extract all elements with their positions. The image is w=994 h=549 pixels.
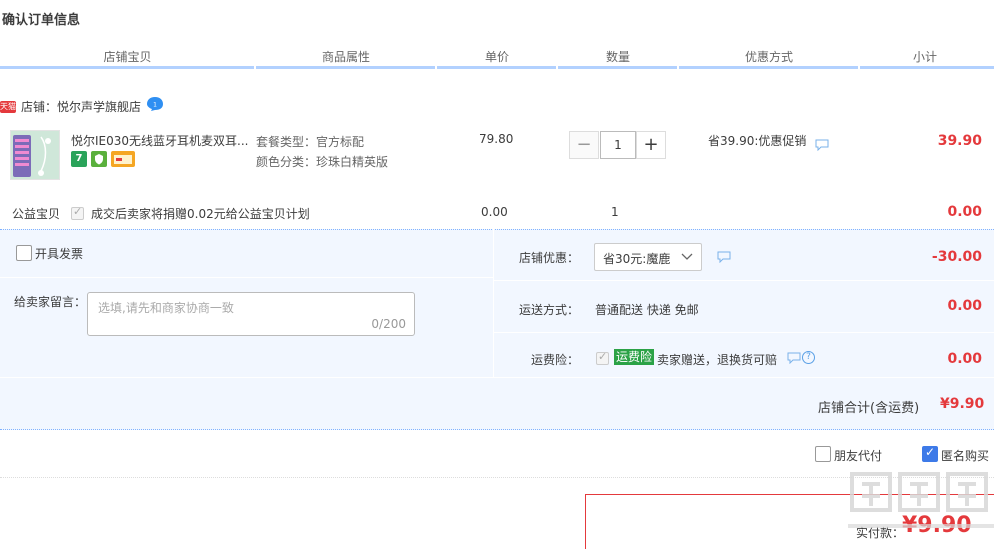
shipping-method: 普通配送 快递 免邮 bbox=[595, 303, 699, 317]
panel-divider bbox=[494, 280, 994, 281]
product-attribute-package: 套餐类型：官方标配 bbox=[256, 135, 365, 149]
charity-quantity: 1 bbox=[611, 205, 619, 219]
shop-discount-label: 店铺优惠： bbox=[519, 251, 580, 265]
seller-message-label: 给卖家留言： bbox=[14, 295, 87, 309]
unit-price: 79.80 bbox=[479, 132, 514, 146]
watermark-logo-icon bbox=[848, 472, 994, 528]
shop-name-link[interactable]: 店铺：悦尔声学旗舰店 bbox=[21, 98, 141, 115]
shipping-label: 运送方式： bbox=[519, 303, 580, 317]
quantity-increase-button[interactable]: + bbox=[636, 131, 666, 159]
earphone-product-image-icon bbox=[11, 131, 59, 179]
comment-bubble-icon[interactable] bbox=[787, 352, 801, 364]
insurance-label: 运费险： bbox=[531, 353, 580, 367]
header-separator bbox=[858, 66, 860, 69]
charity-checkbox bbox=[71, 205, 84, 220]
panel-divider bbox=[0, 277, 493, 278]
tmall-badge: 天猫 bbox=[0, 101, 16, 113]
service-7day-return-icon[interactable]: 7 bbox=[71, 151, 87, 167]
column-header-promotion: 优惠方式 bbox=[744, 50, 793, 64]
charity-price: 0.00 bbox=[481, 205, 508, 219]
panel-divider bbox=[493, 229, 494, 377]
shop-total-value: ¥9.90 bbox=[940, 396, 985, 412]
header-divider bbox=[0, 66, 994, 69]
header-separator bbox=[677, 66, 679, 69]
shop-discount-amount: -30.00 bbox=[931, 249, 982, 265]
promotion-text: 省39.90:优惠促销 bbox=[708, 134, 807, 148]
quantity-decrease-button[interactable]: − bbox=[569, 131, 599, 159]
insurance-checkbox bbox=[596, 350, 609, 365]
chat-bubble-icon[interactable]: 1 bbox=[146, 96, 164, 112]
shop-total-label: 店铺合计(含运费) bbox=[818, 401, 920, 416]
charity-subtotal: 0.00 bbox=[947, 204, 982, 220]
invoice-label[interactable]: 开具发票 bbox=[35, 245, 83, 262]
column-header-unit-price: 单价 bbox=[484, 50, 509, 64]
column-header-quantity: 数量 bbox=[605, 50, 630, 64]
comment-bubble-icon[interactable] bbox=[717, 251, 731, 263]
insurance-amount: 0.00 bbox=[947, 351, 982, 367]
panel-divider bbox=[494, 332, 994, 333]
shop-discount-select[interactable]: 省30元:魔鹿 bbox=[594, 243, 702, 271]
options-divider bbox=[0, 477, 994, 478]
friend-pay-label[interactable]: 朋友代付 bbox=[834, 447, 882, 464]
item-subtotal: 39.90 bbox=[937, 133, 982, 149]
column-header-attributes: 商品属性 bbox=[321, 50, 370, 64]
shipping-amount: 0.00 bbox=[947, 298, 982, 314]
charity-label: 公益宝贝 bbox=[12, 207, 61, 221]
invoice-checkbox[interactable] bbox=[16, 245, 32, 261]
header-separator bbox=[254, 66, 256, 69]
seller-message-input[interactable]: 选填,请先和商家协商一致 0/200 bbox=[87, 292, 415, 336]
shop-discount-selected: 省30元:魔鹿 bbox=[603, 252, 671, 266]
page-title: 确认订单信息 bbox=[2, 13, 81, 28]
header-separator bbox=[556, 66, 558, 69]
product-title-link[interactable]: 悦尔IE030无线蓝牙耳机麦双耳... bbox=[71, 132, 249, 149]
seller-message-placeholder: 选填,请先和商家协商一致 bbox=[98, 301, 234, 315]
seller-message-counter: 0/200 bbox=[371, 317, 406, 331]
chevron-down-icon bbox=[681, 248, 693, 269]
product-thumbnail[interactable] bbox=[10, 130, 60, 180]
quantity-input[interactable]: 1 bbox=[600, 131, 636, 159]
anonymous-purchase-label[interactable]: 匿名购买 bbox=[941, 447, 989, 464]
friend-pay-checkbox[interactable] bbox=[815, 446, 831, 462]
insurance-text: 卖家赠送，退换货可赔 bbox=[657, 353, 778, 367]
header-separator bbox=[435, 66, 437, 69]
product-attribute-color: 颜色分类：珍珠白精英版 bbox=[256, 155, 389, 169]
help-icon[interactable]: ? bbox=[802, 351, 815, 364]
anonymous-purchase-checkbox[interactable] bbox=[922, 445, 938, 462]
service-credit-card-icon[interactable] bbox=[111, 151, 135, 167]
panel-divider bbox=[0, 377, 994, 378]
service-guarantee-icon[interactable] bbox=[91, 151, 107, 167]
column-header-subtotal: 小计 bbox=[912, 50, 937, 64]
insurance-badge: 运费险 bbox=[614, 349, 655, 365]
svg-text:1: 1 bbox=[153, 102, 157, 109]
charity-description: 成交后卖家将捐赠0.02元给公益宝贝计划 bbox=[91, 207, 310, 221]
comment-bubble-icon[interactable] bbox=[815, 139, 829, 151]
column-header-shop-item: 店铺宝贝 bbox=[103, 50, 152, 64]
